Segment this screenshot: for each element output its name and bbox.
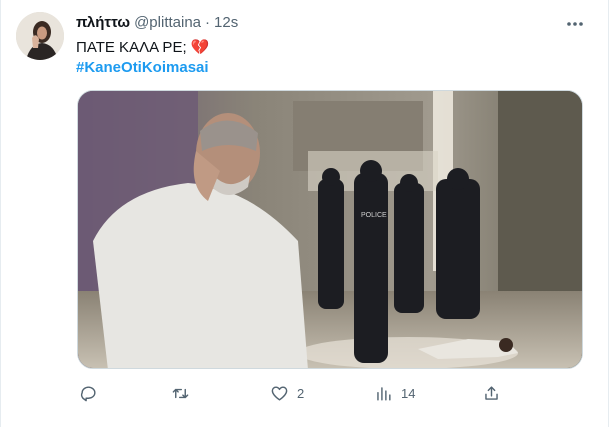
tweet-image[interactable]: POLICE: [77, 90, 583, 369]
reply-icon: [80, 385, 96, 401]
views-button[interactable]: 14: [374, 378, 415, 408]
avatar[interactable]: [16, 12, 64, 60]
share-button[interactable]: [482, 378, 501, 408]
separator-dot: ·: [205, 14, 211, 31]
like-button[interactable]: 2: [270, 378, 304, 408]
share-icon: [485, 385, 498, 400]
views-count: 14: [401, 385, 416, 401]
author-display-name[interactable]: πλήττω: [76, 14, 130, 31]
tweet-actions: 2 14: [76, 378, 506, 408]
retweet-icon: [172, 388, 189, 398]
like-count: 2: [297, 385, 305, 401]
police-vest-text: POLICE: [361, 212, 387, 219]
retweet-button[interactable]: [171, 378, 198, 408]
heart-icon: [271, 385, 288, 401]
hashtag-link[interactable]: #KaneOtiKoimasai: [76, 58, 209, 78]
tweet-timestamp[interactable]: 12s: [214, 14, 238, 31]
views-icon: [377, 386, 391, 401]
author-handle[interactable]: @plittaina: [134, 14, 201, 31]
tweet-text: ΠΑΤΕ ΚΑΛΑ ΡΕ; 💔: [76, 39, 210, 56]
reply-button[interactable]: [79, 378, 106, 408]
more-options-button[interactable]: [563, 14, 587, 34]
tweet-header: πλήττω @plittaina · 12s: [76, 14, 238, 31]
more-horizontal-icon: [567, 22, 583, 26]
tweet[interactable]: πλήττω @plittaina · 12s ΠΑΤΕ ΚΑΛΑ ΡΕ; 💔 …: [0, 0, 609, 427]
